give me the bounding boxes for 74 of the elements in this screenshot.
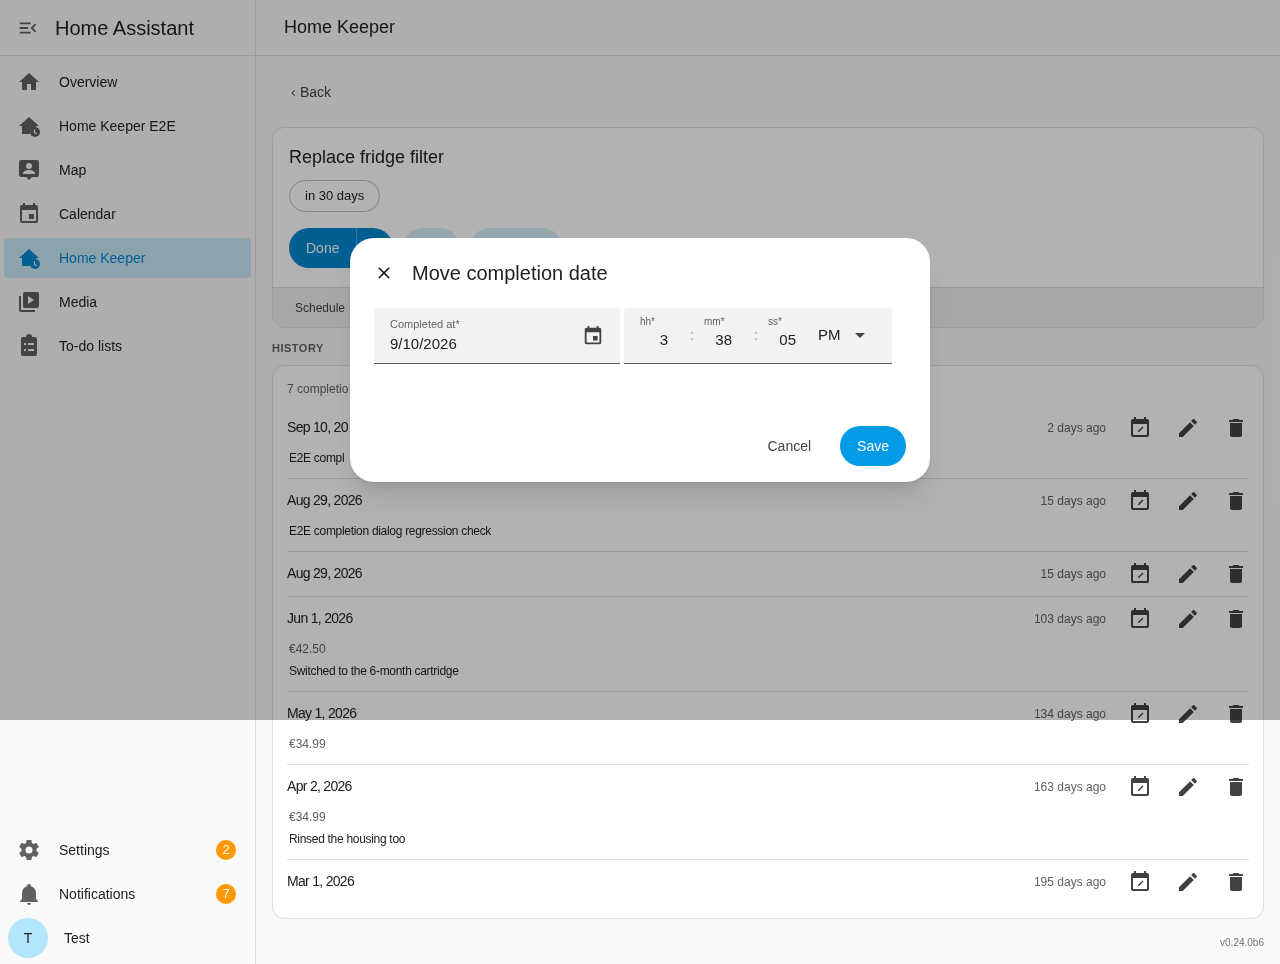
move-date-button[interactable] — [1128, 606, 1152, 631]
calendar-edit-icon — [1128, 415, 1152, 440]
relative-time: 134 days ago — [1033, 705, 1106, 723]
app-title: Home Assistant — [55, 15, 194, 41]
relative-time: 163 days ago — [1033, 778, 1106, 796]
house-clock-icon — [17, 114, 41, 138]
user-name: Test — [64, 928, 90, 948]
back-link[interactable]: Back — [289, 82, 332, 103]
page-title: Home Keeper — [284, 16, 396, 39]
cost-text: €42.50 — [289, 640, 327, 658]
relative-time: 195 days ago — [1033, 873, 1106, 891]
nav-item[interactable]: Notifications 7 — [4, 874, 251, 914]
task-title: Replace fridge filter — [289, 146, 445, 169]
move-date-button[interactable] — [1128, 415, 1152, 440]
time-separator: : — [689, 326, 695, 345]
count-badge: 7 — [216, 884, 236, 904]
time-input[interactable]: ss* 05 — [768, 313, 808, 358]
relative-time: 15 days ago — [1040, 565, 1106, 583]
completion-date: Sep 10, 20 — [287, 418, 349, 437]
completion-date: May 1, 2026 — [287, 704, 358, 723]
chevron-left-icon — [289, 88, 297, 97]
house-clock-icon — [17, 246, 41, 270]
relative-time: 2 days ago — [1047, 419, 1106, 437]
calendar-edit-icon — [1128, 774, 1152, 799]
period-select[interactable]: PM — [818, 324, 865, 347]
count-badge: 2 — [216, 840, 236, 860]
note-text: E2E completion dialog regression check — [289, 522, 493, 540]
calendar-icon — [17, 202, 41, 226]
nav-item[interactable]: Home Keeper E2E — [4, 106, 251, 146]
nav-item[interactable]: Calendar — [4, 194, 251, 234]
move-date-button[interactable] — [1128, 701, 1152, 726]
completion-date: Aug 29, 2026 — [287, 491, 363, 510]
bell-icon — [17, 882, 41, 906]
date-field[interactable]: Completed at* 9/10/2026 — [374, 308, 620, 364]
note-text: Switched to the 6-month cartridge — [289, 662, 460, 680]
calendar-edit-icon — [1128, 869, 1152, 894]
settings-icon — [17, 838, 41, 862]
relative-time: 15 days ago — [1040, 492, 1106, 510]
note-text: Rinsed the housing too — [289, 830, 407, 848]
time-input[interactable]: mm* 38 — [704, 313, 744, 358]
section-heading: HISTORY — [272, 341, 324, 356]
version-text: v0.24.0b6 — [1220, 935, 1264, 950]
calendar-icon — [582, 324, 604, 347]
tab[interactable]: Schedule — [295, 298, 346, 317]
calendar-edit-icon — [1128, 701, 1152, 726]
calendar-edit-icon — [1128, 561, 1152, 586]
nav-item[interactable]: Map — [4, 150, 251, 190]
time-separator: : — [753, 326, 759, 345]
calendar-edit-icon — [1128, 488, 1152, 513]
note-text: E2E compl — [289, 449, 346, 467]
completion-count: 7 completio — [287, 380, 350, 398]
relative-time: 103 days ago — [1033, 610, 1106, 628]
completion-date: Mar 1, 2026 — [287, 872, 355, 891]
completion-date: Jun 1, 2026 — [287, 609, 354, 628]
map-pin-icon — [17, 158, 41, 182]
move-date-button[interactable] — [1128, 869, 1152, 894]
media-icon — [17, 290, 41, 314]
completion-date: Apr 2, 2026 — [287, 777, 353, 796]
completion-date: Aug 29, 2026 — [287, 564, 363, 583]
cost-text: €34.99 — [289, 735, 327, 753]
nav-item[interactable]: To-do lists — [4, 326, 251, 366]
nav-item[interactable]: Media — [4, 282, 251, 322]
time-input[interactable]: hh* 3 — [640, 313, 680, 358]
user-avatar[interactable]: T — [8, 918, 48, 958]
nav-item[interactable]: Overview — [4, 62, 251, 102]
caret-icon — [854, 333, 865, 338]
cost-text: €34.99 — [289, 808, 327, 826]
move-date-button[interactable] — [1128, 561, 1152, 586]
move-date-button[interactable] — [1128, 488, 1152, 513]
calendar-edit-icon — [1128, 606, 1152, 631]
nav-item[interactable]: Settings 2 — [4, 830, 251, 870]
dialog-title: Move completion date — [412, 261, 608, 286]
cancel-button[interactable]: Cancel — [752, 426, 827, 466]
move-date-button[interactable] — [1128, 774, 1152, 799]
